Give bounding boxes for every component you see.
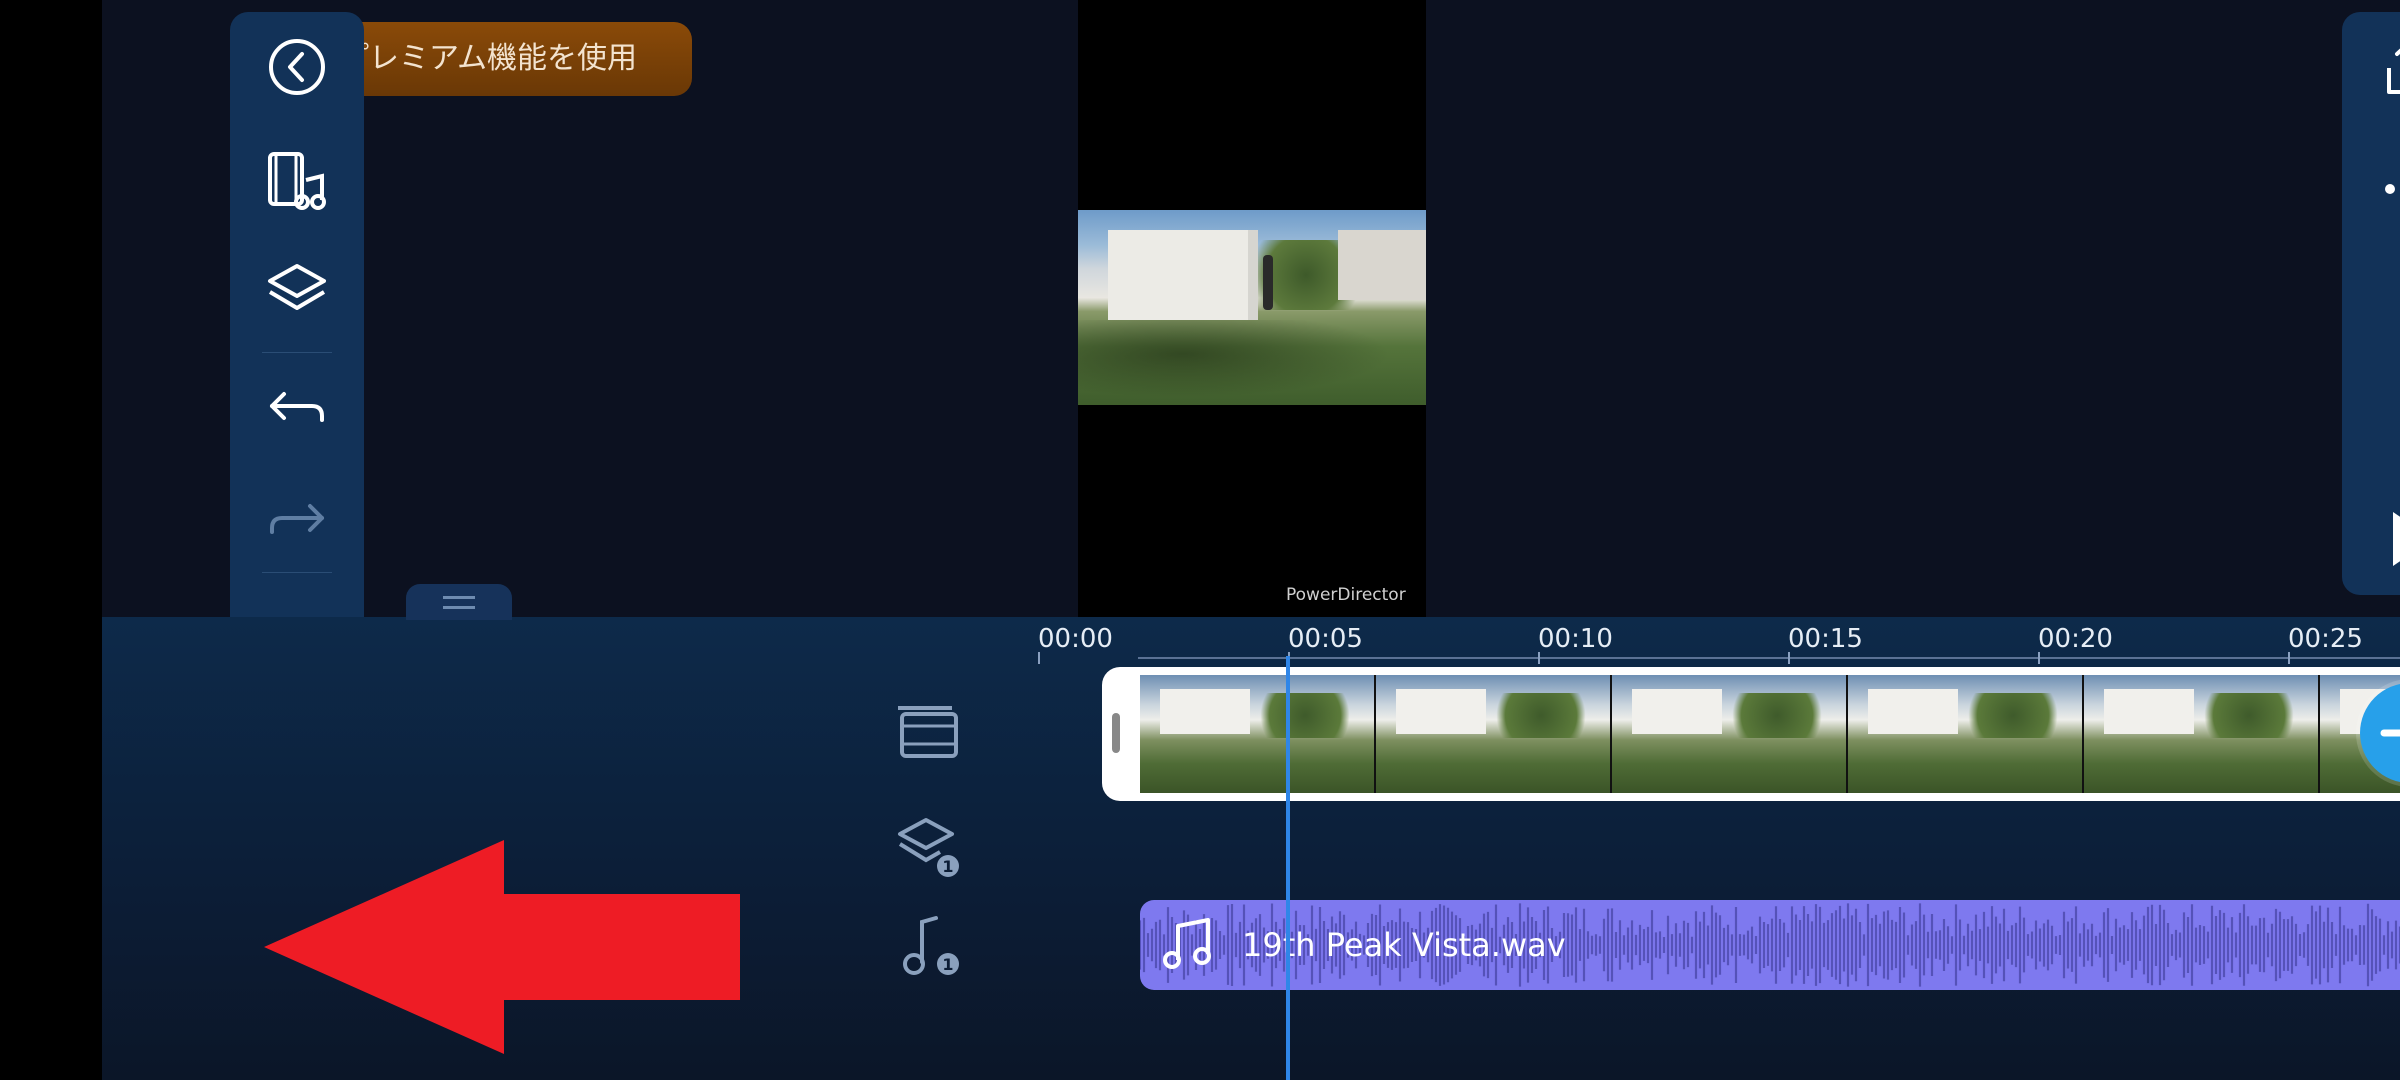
overlay-track-icon: 1: [894, 812, 964, 882]
music-note-icon: [1163, 918, 1211, 969]
plus-icon: [2380, 729, 2400, 737]
undo-icon[interactable]: [262, 372, 332, 442]
media-library-icon[interactable]: [262, 146, 332, 216]
drawer-handle[interactable]: [406, 584, 512, 620]
more-options-icon[interactable]: [2375, 154, 2400, 224]
add-media-button[interactable]: [2360, 683, 2400, 783]
playhead[interactable]: [1286, 656, 1290, 1080]
ruler-label: 00:15: [1788, 624, 1863, 654]
overlay-track-count: 1: [942, 857, 953, 876]
play-icon[interactable]: [2375, 504, 2400, 574]
video-preview[interactable]: PowerDirector: [1078, 0, 1426, 617]
video-track-icon: [894, 698, 964, 768]
video-frame-image: [1078, 210, 1426, 405]
layers-icon[interactable]: [262, 256, 332, 326]
clip-left-handle[interactable]: [1112, 713, 1120, 753]
audio-clip-name: 19th Peak Vista.wav: [1242, 926, 1566, 964]
annotation-arrow: [264, 840, 740, 1054]
redo-icon: [262, 484, 332, 554]
watermark: PowerDirector: [1286, 585, 1406, 605]
right-toolbar: [2342, 12, 2400, 595]
back-icon[interactable]: [262, 32, 332, 102]
ruler-label: 00:10: [1538, 624, 1613, 654]
share-icon[interactable]: [2375, 34, 2400, 104]
video-clip-thumbnails: [1140, 675, 2400, 793]
audio-track-icon: 1: [894, 910, 964, 980]
ruler-label: 00:05: [1288, 624, 1363, 654]
ruler-label: 00:25: [2288, 624, 2363, 654]
audio-clip[interactable]: 19th Peak Vista.wav: [1140, 900, 2400, 990]
ruler-label: 00:20: [2038, 624, 2113, 654]
ruler-label: 00:00: [1038, 624, 1113, 654]
audio-track-count: 1: [942, 955, 953, 974]
